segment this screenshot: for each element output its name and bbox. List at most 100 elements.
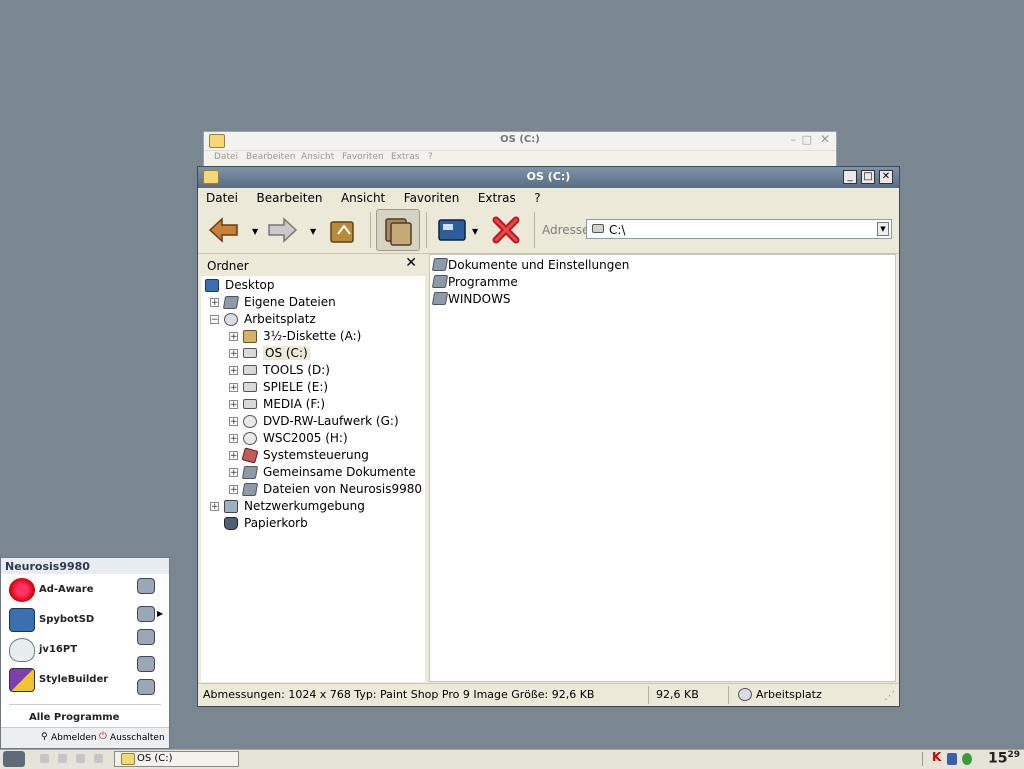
explorer-window[interactable]: OS (C:) _ □ ✕ Datei Bearbeiten Ansicht F… — [197, 166, 900, 707]
tree-item-label: OS (C:) — [263, 346, 310, 360]
tree-item[interactable]: + Dateien von Neurosis9980 — [229, 481, 439, 498]
expand-icon[interactable]: + — [229, 417, 238, 427]
folder-icon — [121, 753, 135, 765]
resize-grip-icon[interactable]: ⋰ — [884, 689, 895, 702]
background-window-titlebar[interactable]: OS (C:) – □ ✕ — [204, 132, 836, 151]
my-computer-shortcut-icon[interactable] — [137, 578, 155, 594]
start-menu-divider — [9, 704, 161, 705]
start-item-jv16pt[interactable]: jv16PT — [9, 636, 129, 664]
views-button[interactable] — [434, 212, 470, 248]
maximize-button[interactable]: □ — [861, 170, 875, 184]
quicklaunch-desktop-icon[interactable] — [94, 754, 103, 763]
menu-bearbeiten[interactable]: Bearbeiten — [249, 188, 330, 205]
stylebuilder-icon — [9, 668, 35, 692]
forward-button[interactable] — [264, 212, 300, 248]
close-button[interactable]: ✕ — [879, 170, 893, 184]
menu-bearbeiten[interactable]: Bearbeiten — [246, 152, 295, 162]
tree-item[interactable]: + WSC2005 (H:) — [229, 430, 439, 447]
tree-item[interactable]: +3½-Diskette (A:) — [229, 328, 439, 345]
expand-icon[interactable]: + — [229, 332, 238, 342]
menu-favoriten[interactable]: Favoriten — [342, 152, 384, 162]
back-dropdown-icon[interactable]: ▼ — [252, 227, 258, 236]
task-button-os-c[interactable]: OS (C:) — [114, 751, 239, 767]
expand-icon[interactable]: + — [229, 349, 238, 359]
menu-favoriten[interactable]: Favoriten — [396, 188, 467, 205]
file-list-pane[interactable]: Dokumente und Einstellungen Programme WIND… — [429, 254, 896, 682]
tree-item[interactable]: + DVD-RW-Laufwerk (G:) — [229, 413, 439, 430]
back-button[interactable] — [206, 212, 242, 248]
close-icon[interactable]: ✕ — [820, 132, 830, 146]
cd-drive-icon — [243, 415, 257, 428]
menu-datei[interactable]: Datei — [198, 188, 245, 205]
control-panel-shortcut-icon[interactable] — [137, 656, 155, 672]
quicklaunch-stop-icon[interactable] — [76, 754, 85, 763]
expand-icon[interactable]: + — [229, 451, 238, 461]
status-divider — [728, 686, 729, 704]
expand-icon[interactable]: + — [210, 298, 219, 308]
tree-item[interactable]: − Arbeitsplatz — [210, 311, 420, 328]
tree-item[interactable]: + Systemsteuerung — [229, 447, 439, 464]
menu-extras[interactable]: Extras — [470, 188, 523, 205]
menu-datei[interactable]: Datei — [214, 152, 238, 162]
folder-tree: Desktop + Eigene Dateien − Arbeitsplatz +3½-D… — [201, 276, 425, 682]
up-folder-button[interactable] — [324, 212, 360, 248]
window-titlebar[interactable]: OS (C:) _ □ ✕ — [198, 167, 899, 188]
tree-item[interactable]: Papierkorb — [210, 515, 420, 532]
tray-kaspersky-icon[interactable]: K — [932, 750, 941, 764]
minimize-icon[interactable]: – — [791, 133, 797, 146]
tree-item[interactable]: + Gemeinsame Dokumente — [229, 464, 439, 481]
tree-item[interactable]: + MEDIA (F:) — [229, 396, 439, 413]
tree-item[interactable]: + TOOLS (D:) — [229, 362, 439, 379]
tree-item[interactable]: Desktop — [191, 277, 401, 294]
documents-shortcut-icon[interactable] — [137, 606, 155, 622]
menu-help[interactable]: ? — [526, 188, 547, 205]
all-programs-button[interactable]: Alle Programme — [29, 712, 119, 723]
tray-messenger-icon[interactable] — [962, 753, 972, 765]
shutdown-button[interactable]: Ausschalten — [110, 733, 165, 743]
tray-network-icon[interactable] — [947, 753, 957, 765]
background-explorer-window[interactable]: OS (C:) – □ ✕ Datei Bearbeiten Ansicht F… — [203, 131, 837, 171]
folder-tree-pane[interactable]: Ordner ✕ Desktop + Eigene Dateien − Arbeitsp… — [201, 254, 425, 682]
tree-item[interactable]: + SPIELE (E:) — [229, 379, 439, 396]
start-button[interactable] — [3, 751, 25, 767]
views-dropdown-icon[interactable]: ▼ — [472, 227, 478, 236]
menu-ansicht[interactable]: Ansicht — [333, 188, 392, 205]
network-shortcut-icon[interactable] — [137, 629, 155, 645]
delete-button[interactable] — [488, 212, 524, 248]
clock[interactable]: 1529 — [988, 750, 1020, 767]
folders-button[interactable] — [376, 209, 420, 251]
expand-icon[interactable]: + — [229, 468, 238, 478]
expand-icon[interactable]: + — [229, 400, 238, 410]
start-item-spybotsd[interactable]: SpybotSD — [9, 606, 129, 634]
expand-icon[interactable]: + — [210, 502, 219, 512]
tree-item[interactable]: + OS (C:) — [229, 345, 439, 362]
expand-icon[interactable]: + — [229, 434, 238, 444]
menu-help[interactable]: ? — [428, 152, 433, 162]
toolbar-separator — [426, 212, 427, 248]
settings-shortcut-icon[interactable] — [137, 679, 155, 695]
start-item-ad-aware[interactable]: Ad-Aware — [9, 576, 129, 604]
quicklaunch-back-icon[interactable] — [40, 754, 49, 763]
collapse-icon[interactable]: − — [210, 315, 219, 325]
folder-icon — [431, 292, 449, 305]
folder-icon — [431, 275, 449, 288]
address-field[interactable]: C:\ ▼ — [586, 219, 892, 239]
tree-item-label: WSC2005 (H:) — [263, 431, 348, 445]
quicklaunch-forward-icon[interactable] — [58, 754, 67, 763]
tree-item-label: Desktop — [225, 278, 275, 292]
tree-item[interactable]: + Netzwerkumgebung — [210, 498, 420, 515]
minimize-button[interactable]: _ — [843, 170, 857, 184]
forward-dropdown-icon[interactable]: ▼ — [310, 227, 316, 236]
maximize-icon[interactable]: □ — [802, 133, 812, 146]
expand-icon[interactable]: + — [229, 485, 238, 495]
tree-item[interactable]: + Eigene Dateien — [210, 294, 420, 311]
menu-extras[interactable]: Extras — [391, 152, 419, 162]
expand-icon[interactable]: + — [229, 366, 238, 376]
expand-icon[interactable]: + — [229, 383, 238, 393]
address-dropdown-button[interactable]: ▼ — [877, 222, 889, 236]
start-item-stylebuilder[interactable]: StyleBuilder — [9, 666, 129, 694]
statusbar: Abmessungen: 1024 x 768 Typ: Paint Shop … — [198, 683, 899, 706]
close-pane-icon[interactable]: ✕ — [405, 255, 417, 271]
menu-ansicht[interactable]: Ansicht — [301, 152, 334, 162]
logoff-button[interactable]: Abmelden — [51, 733, 97, 743]
